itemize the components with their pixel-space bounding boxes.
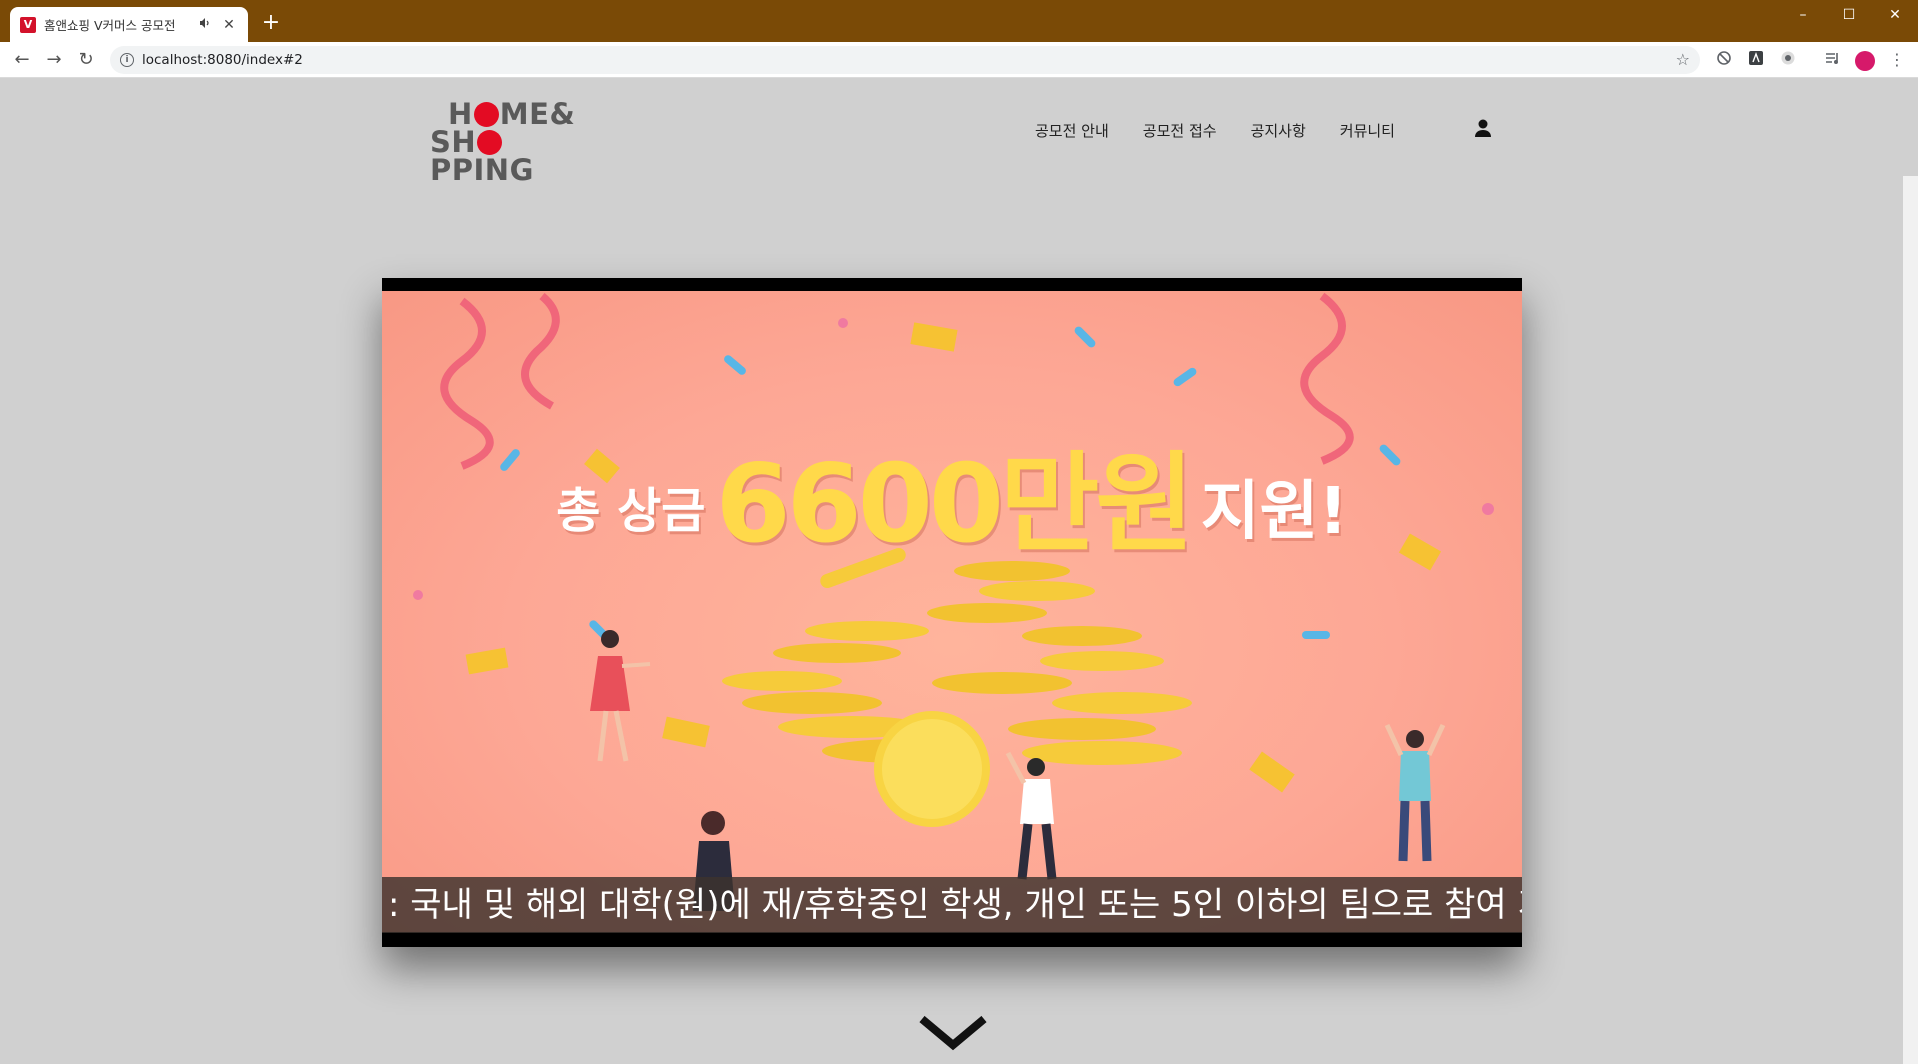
- favicon-icon: V: [20, 16, 36, 33]
- scrollbar[interactable]: [1903, 176, 1918, 1064]
- url-text[interactable]: localhost:8080/index#2: [142, 52, 303, 68]
- logo-line-2: SHPPING: [430, 125, 534, 187]
- back-button[interactable]: ←: [9, 47, 35, 73]
- media-control-icon[interactable]: [1822, 50, 1842, 70]
- chrome-menu-icon[interactable]: ⋮: [1887, 50, 1907, 70]
- browser-tab[interactable]: V 홈앤쇼핑 V커머스 공모전 ✕: [10, 7, 248, 42]
- address-bar[interactable]: i localhost:8080/index#2 ☆: [110, 46, 1700, 74]
- browser-toolbar: ← → ↻ i localhost:8080/index#2 ☆ ⋮: [0, 42, 1918, 78]
- site-info-icon[interactable]: i: [120, 53, 134, 67]
- headline-prefix: 총 상금: [556, 483, 706, 539]
- page-viewport: H ME& SHPPING 공모전 안내 공모전 접수 공지사항 커뮤니티 총 …: [0, 78, 1918, 1064]
- window-close-button[interactable]: ✕: [1872, 0, 1918, 30]
- block-extension-icon[interactable]: [1714, 50, 1734, 70]
- speaker-icon[interactable]: [196, 17, 214, 32]
- main-navigation: 공모전 안내 공모전 접수 공지사항 커뮤니티: [1035, 120, 1395, 141]
- prize-headline: 총 상금6600만원 지원!: [382, 417, 1522, 573]
- user-icon[interactable]: [1474, 118, 1492, 138]
- video-caption: : 국내 및 해외 대학(원)에 재/휴학중인 학생, 개인 또는 5인 이하의…: [382, 877, 1522, 933]
- pdf-extension-icon[interactable]: [1746, 50, 1766, 70]
- video-frame: 총 상금6600만원 지원!: [382, 291, 1522, 932]
- minimize-button[interactable]: –: [1780, 0, 1826, 30]
- profile-avatar[interactable]: [1855, 51, 1875, 71]
- record-extension-icon[interactable]: [1778, 50, 1798, 70]
- browser-titlebar: V 홈앤쇼핑 V커머스 공모전 ✕ + – ☐ ✕: [0, 0, 1918, 42]
- maximize-button[interactable]: ☐: [1826, 0, 1872, 30]
- headline-suffix: 지원!: [1200, 475, 1348, 549]
- bookmark-star-icon[interactable]: ☆: [1676, 50, 1690, 69]
- nav-contest-info[interactable]: 공모전 안내: [1035, 120, 1109, 141]
- tab-close-icon[interactable]: ✕: [220, 17, 238, 33]
- logo-dot-icon: [477, 130, 503, 155]
- logo-dot-icon: [473, 102, 499, 127]
- logo-line-1: H ME&: [448, 97, 576, 131]
- new-tab-button[interactable]: +: [258, 10, 284, 36]
- reload-button[interactable]: ↻: [73, 47, 99, 73]
- celebration-illustration: [413, 292, 1494, 911]
- forward-button[interactable]: →: [41, 47, 67, 73]
- nav-notices[interactable]: 공지사항: [1251, 120, 1306, 141]
- nav-contest-submit[interactable]: 공모전 접수: [1143, 120, 1217, 141]
- tab-title: 홈앤쇼핑 V커머스 공모전: [44, 18, 176, 33]
- headline-amount: 6600만원: [715, 442, 1194, 567]
- site-logo[interactable]: H ME& SHPPING: [430, 97, 602, 185]
- promo-video-player[interactable]: 총 상금6600만원 지원! : 국내 및 해외 대학(원)에 재/휴학중인 학생…: [382, 278, 1522, 947]
- nav-community[interactable]: 커뮤니티: [1340, 120, 1395, 141]
- chevron-down-icon[interactable]: [918, 1013, 988, 1053]
